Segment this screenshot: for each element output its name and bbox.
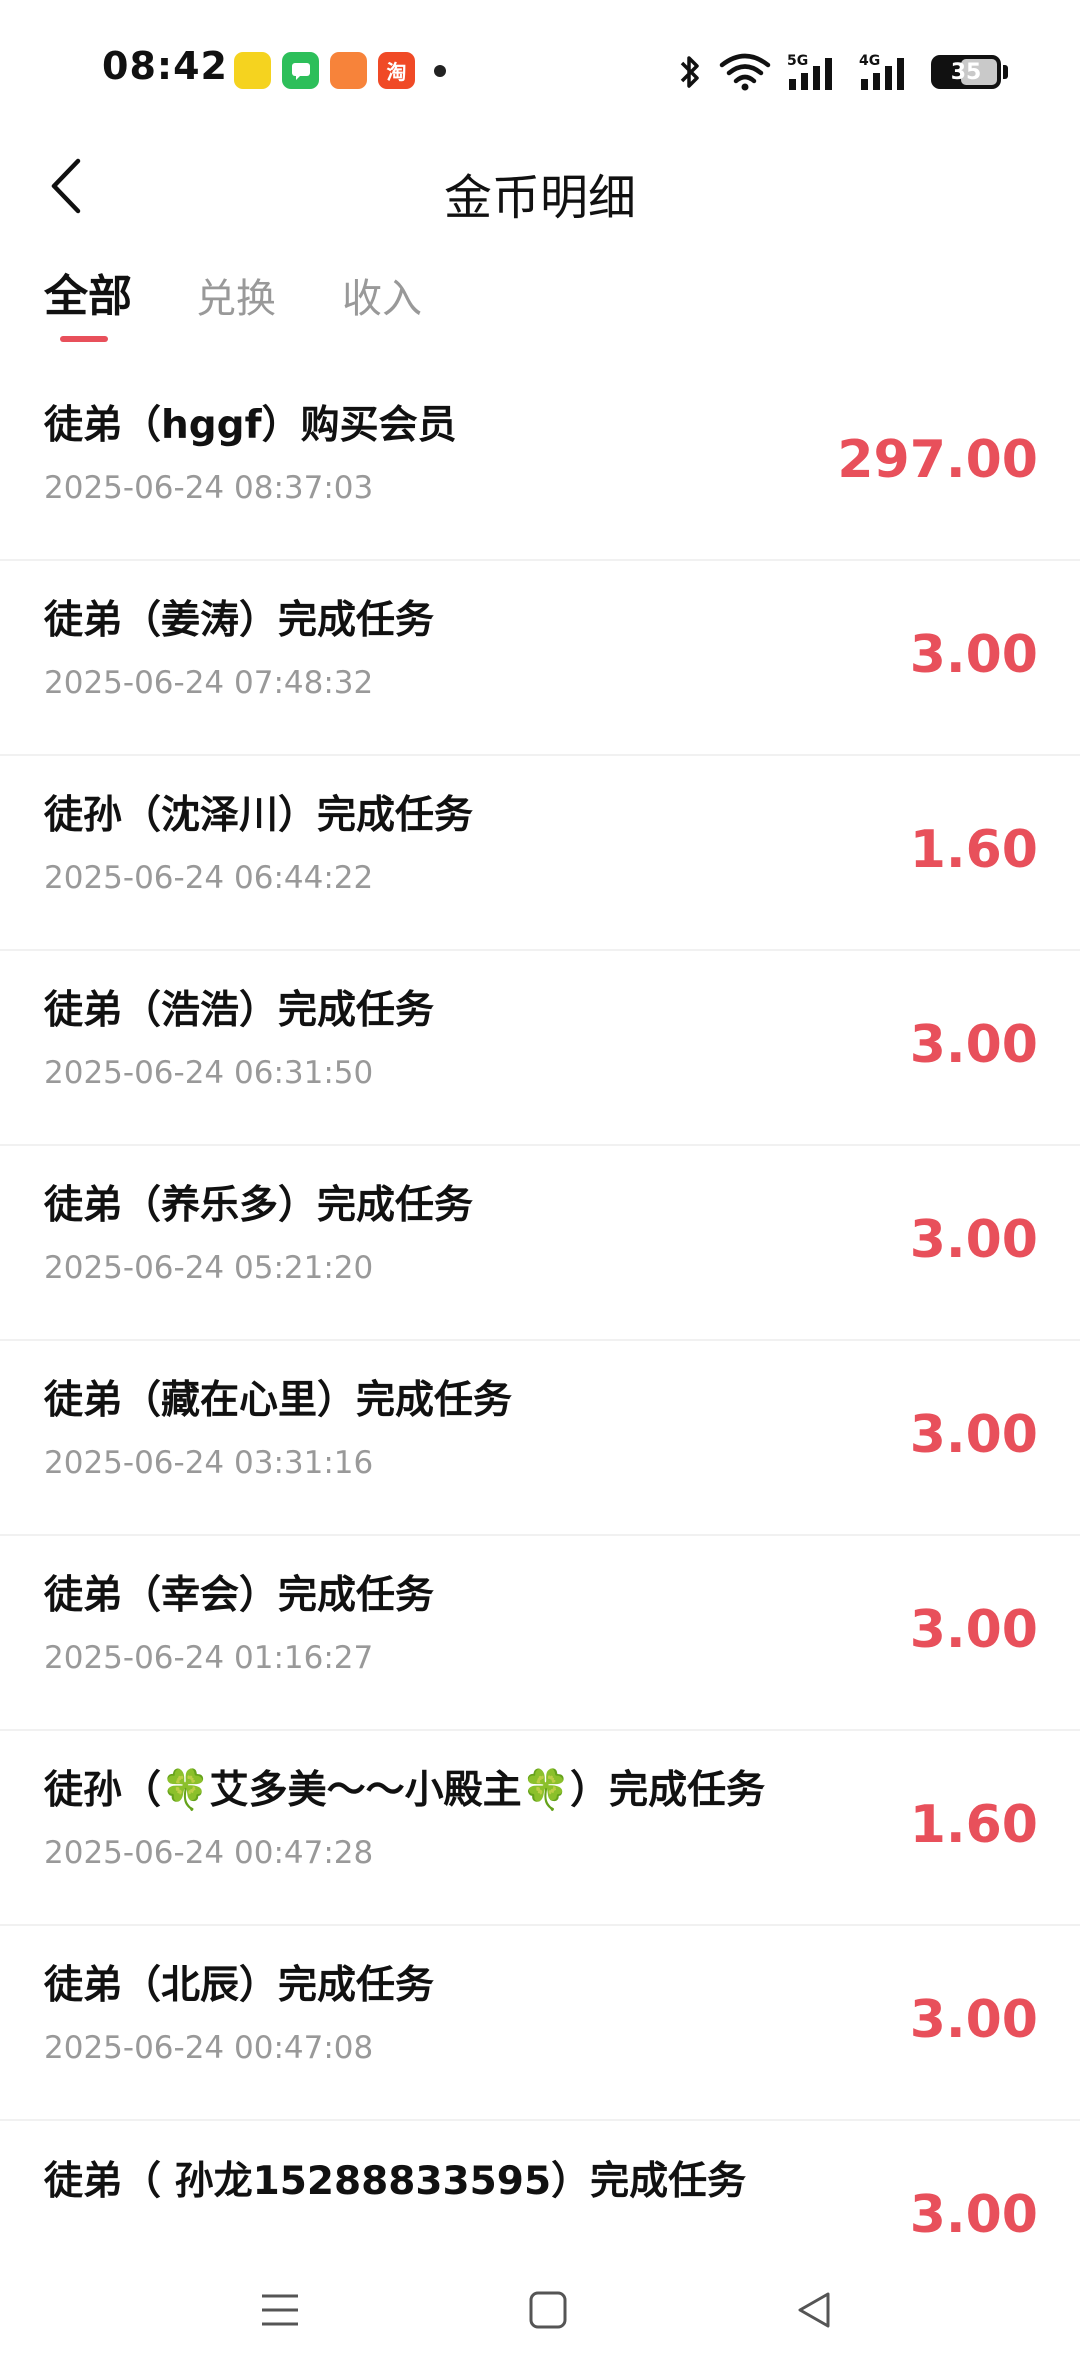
- menu-icon: [262, 2294, 298, 2326]
- status-notification-icons: 淘: [234, 52, 446, 89]
- record-amount: 3.00: [909, 1210, 1038, 1270]
- screen: 08:42 淘 5G 4G 35 金币明细 全部 兑换 收入 徒弟（hggf）购…: [0, 0, 1080, 2374]
- list-item[interactable]: 徒弟（姜涛）完成任务 2025-06-24 07:48:32 3.00: [0, 561, 1080, 756]
- record-amount: 3.00: [909, 625, 1038, 685]
- status-time: 08:42: [102, 44, 228, 88]
- record-amount: 3.00: [909, 1015, 1038, 1075]
- record-time: 2025-06-24 00:47:28: [44, 1835, 374, 1871]
- record-time: 2025-06-24 05:21:20: [44, 1250, 374, 1286]
- record-amount: 3.00: [909, 1600, 1038, 1660]
- list-item[interactable]: 徒孙（沈泽川）完成任务 2025-06-24 06:44:22 1.60: [0, 756, 1080, 951]
- battery-percent: 35: [950, 59, 982, 85]
- record-time: 2025-06-24 06:31:50: [44, 1055, 374, 1091]
- notification-app-icon: [330, 52, 367, 89]
- status-system-icons: 5G 4G 35: [677, 52, 1008, 92]
- battery-icon: 35: [931, 55, 1001, 89]
- more-notifications-dot: [434, 64, 446, 77]
- record-title-prefix: 徒孙（: [44, 1768, 162, 1813]
- list-item[interactable]: 徒弟（ 孙龙15288833595）完成任务 3.00: [0, 2121, 1080, 2246]
- record-time: 2025-06-24 01:16:27: [44, 1640, 374, 1676]
- menu-button[interactable]: [250, 2280, 310, 2340]
- record-amount: 3.00: [909, 1405, 1038, 1465]
- record-title: 徒弟（ 孙龙15288833595）完成任务: [44, 2159, 747, 2204]
- system-nav-bar: [0, 2246, 1080, 2374]
- list-item[interactable]: 徒弟（hggf）购买会员 2025-06-24 08:37:03 297.00: [0, 366, 1080, 561]
- clover-icon: 🍀: [161, 1768, 210, 1813]
- record-title: 徒孙（沈泽川）完成任务: [44, 793, 474, 838]
- clover-icon: 🍀: [521, 1768, 571, 1813]
- record-time: 2025-06-24 06:44:22: [44, 860, 374, 896]
- battery-tip: [1003, 65, 1008, 79]
- record-time: 2025-06-24 03:31:16: [44, 1445, 374, 1481]
- record-amount: 3.00: [909, 1990, 1038, 2050]
- record-amount: 297.00: [837, 430, 1038, 490]
- message-icon: [282, 52, 319, 89]
- signal-5g-label: 5G: [787, 53, 808, 69]
- record-title: 徒弟（浩浩）完成任务: [44, 988, 435, 1033]
- bluetooth-icon: [680, 56, 699, 88]
- record-title: 徒弟（幸会）完成任务: [44, 1573, 435, 1618]
- back-nav-button[interactable]: [784, 2280, 844, 2340]
- list-item[interactable]: 徒弟（北辰）完成任务 2025-06-24 00:47:08 3.00: [0, 1926, 1080, 2121]
- record-time: 2025-06-24 00:47:08: [44, 2030, 374, 2066]
- record-title-suffix: ）完成任务: [570, 1768, 766, 1813]
- coin-record-list: 徒弟（hggf）购买会员 2025-06-24 08:37:03 297.00 …: [0, 366, 1080, 2246]
- app-header: 金币明细: [0, 140, 1080, 230]
- list-item[interactable]: 徒弟（藏在心里）完成任务 2025-06-24 03:31:16 3.00: [0, 1341, 1080, 1536]
- tab-bar: 全部 兑换 收入: [0, 260, 1080, 350]
- active-tab-indicator: [60, 336, 108, 342]
- list-item[interactable]: 徒孙（🍀艾多美～～小殿主🍀）完成任务 2025-06-24 00:47:28 1…: [0, 1731, 1080, 1926]
- record-time: 2025-06-24 08:37:03: [44, 470, 374, 506]
- record-time: 2025-06-24 07:48:32: [44, 665, 374, 701]
- list-item[interactable]: 徒弟（浩浩）完成任务 2025-06-24 06:31:50 3.00: [0, 951, 1080, 1146]
- record-title: 徒弟（北辰）完成任务: [44, 1963, 435, 2008]
- square-icon: [529, 2291, 567, 2329]
- tab-exchange[interactable]: 兑换: [196, 266, 276, 324]
- record-title: 徒弟（姜涛）完成任务: [44, 598, 435, 643]
- record-title-name: 艾多美～～小殿主: [209, 1768, 522, 1813]
- tab-income[interactable]: 收入: [342, 266, 422, 324]
- tab-all[interactable]: 全部: [44, 260, 132, 324]
- taobao-icon: 淘: [378, 52, 415, 89]
- home-button[interactable]: [518, 2280, 578, 2340]
- record-title: 徒孙（🍀艾多美～～小殿主🍀）完成任务: [44, 1763, 844, 1819]
- signal-4g-label: 4G: [859, 53, 880, 69]
- record-title: 徒弟（养乐多）完成任务: [44, 1183, 474, 1228]
- wifi-icon: [719, 53, 771, 91]
- record-amount: 1.60: [909, 1795, 1038, 1855]
- list-item[interactable]: 徒弟（幸会）完成任务 2025-06-24 01:16:27 3.00: [0, 1536, 1080, 1731]
- record-title: 徒弟（hggf）购买会员: [44, 403, 457, 448]
- record-amount: 3.00: [909, 2185, 1038, 2245]
- signal-4g-icon: 4G: [859, 53, 904, 90]
- list-item[interactable]: 徒弟（养乐多）完成任务 2025-06-24 05:21:20 3.00: [0, 1146, 1080, 1341]
- signal-5g-icon: 5G: [787, 53, 832, 90]
- notification-app-icon: [234, 52, 271, 89]
- record-title: 徒弟（藏在心里）完成任务: [44, 1378, 513, 1423]
- record-amount: 1.60: [909, 820, 1038, 880]
- triangle-back-icon: [798, 2292, 830, 2328]
- status-bar: 08:42 淘 5G 4G 35: [0, 0, 1080, 140]
- page-title: 金币明细: [443, 170, 636, 226]
